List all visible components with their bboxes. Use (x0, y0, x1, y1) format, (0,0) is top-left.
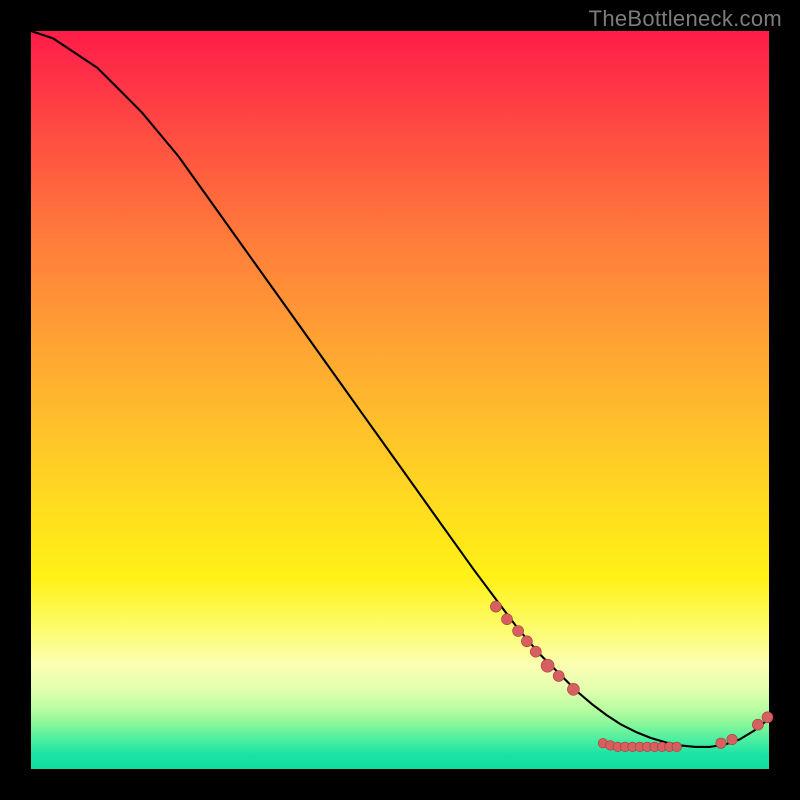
data-point (502, 614, 513, 625)
bottleneck-curve (31, 31, 769, 747)
data-point (521, 636, 532, 647)
data-point (513, 626, 524, 637)
chart-frame: TheBottleneck.com (0, 0, 800, 800)
data-point (716, 738, 726, 748)
data-point (752, 719, 763, 730)
data-point (672, 742, 682, 752)
data-point (553, 671, 564, 682)
plot-area (31, 31, 769, 769)
data-point (727, 734, 737, 744)
watermark-text: TheBottleneck.com (589, 6, 782, 32)
data-point (541, 659, 554, 672)
data-point (490, 601, 501, 612)
chart-svg (31, 31, 769, 769)
data-point (530, 646, 541, 657)
data-point (567, 683, 579, 695)
data-point (762, 712, 773, 723)
